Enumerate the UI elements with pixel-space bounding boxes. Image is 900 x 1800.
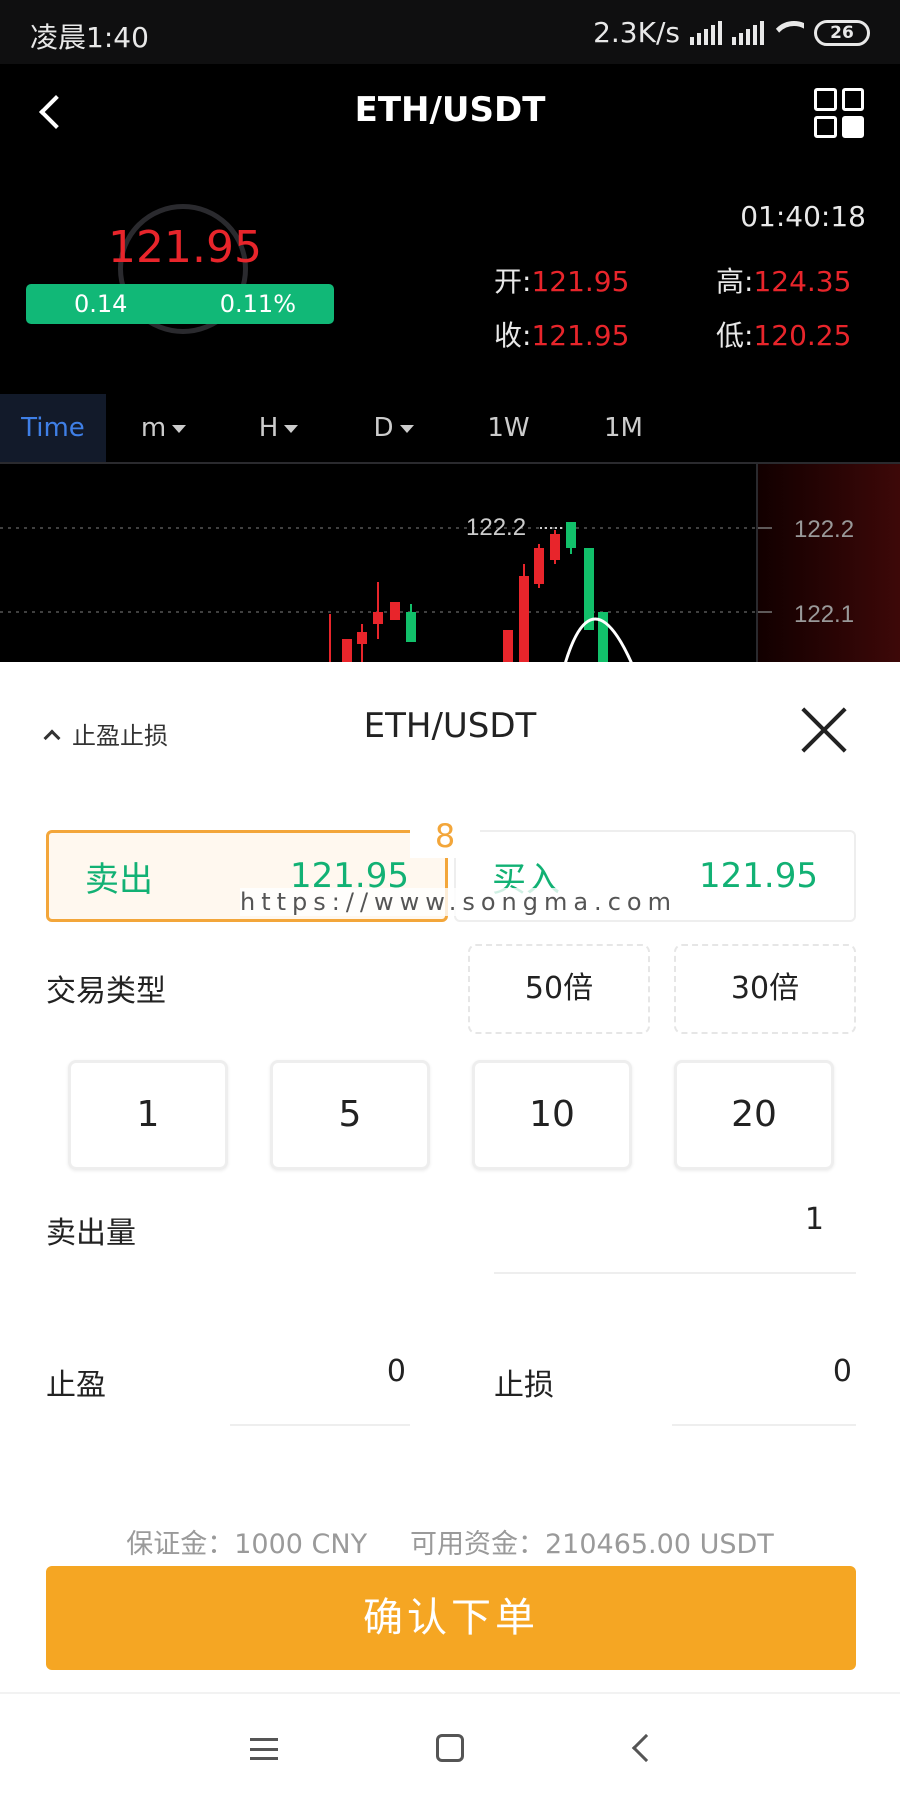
signal-icon-2 [732, 20, 764, 45]
home-icon[interactable] [436, 1734, 464, 1762]
system-nav-bar [0, 1692, 900, 1800]
chevron-down-icon [172, 424, 187, 433]
candlestick-chart[interactable]: 122.2 122.2 122.1 [0, 464, 900, 664]
axis-label: 122.2 [794, 516, 854, 543]
qty-5-button[interactable]: 5 [270, 1060, 430, 1170]
close-stat: 收:121.95 [494, 319, 630, 352]
nav-bar: ETH/USDT [0, 64, 900, 164]
qty-20-button[interactable]: 20 [674, 1060, 834, 1170]
buy-price: 121.95 [699, 856, 818, 896]
high-stat: 高:124.35 [716, 265, 852, 298]
chevron-down-icon [399, 424, 414, 433]
grid-menu-icon[interactable] [814, 88, 864, 138]
page-title: ETH/USDT [354, 90, 546, 130]
market-clock: 01:40:18 [740, 200, 866, 233]
market-panel: ETH/USDT 121.95 0.14 0.11% 01:40:18 开:12… [0, 64, 900, 664]
leverage-30-button[interactable]: 30倍 [674, 944, 856, 1034]
peak-label: 122.2 [466, 514, 526, 541]
trade-type-label: 交易类型 [46, 974, 166, 1009]
status-bar: 凌晨1:40 2.3K/s 26 [0, 0, 900, 64]
period-tabs: Time m H D 1W 1M [0, 394, 900, 464]
order-sheet: 止盈止损 ETH/USDT 卖出 121.95 买入 121.95 8 http… [0, 662, 900, 1692]
margin-info: 保证金：1000 CNY [126, 1529, 368, 1560]
qty-1-button[interactable]: 1 [68, 1060, 228, 1170]
tab-month[interactable]: 1M [566, 394, 681, 462]
stop-loss-input[interactable]: 0 [672, 1354, 856, 1426]
network-speed: 2.3K/s [593, 16, 680, 49]
current-price: 121.95 [108, 222, 262, 273]
candle [329, 522, 608, 664]
axis-label: 122.1 [794, 601, 854, 628]
take-profit-input[interactable]: 0 [230, 1354, 410, 1426]
low-stat: 低:120.25 [716, 319, 852, 352]
wifi-icon [774, 21, 804, 45]
change-percent: 0.11% [219, 290, 296, 318]
sheet-header: 止盈止损 ETH/USDT [0, 662, 900, 792]
back-icon[interactable] [631, 1733, 661, 1763]
tab-day[interactable]: D [336, 394, 451, 462]
count-badge: 8 [410, 814, 480, 858]
open-stat: 开:121.95 [494, 265, 630, 298]
tab-week[interactable]: 1W [451, 394, 566, 462]
sell-label: 卖出 [85, 859, 153, 900]
leverage-50-button[interactable]: 50倍 [468, 944, 650, 1034]
sell-qty-label: 卖出量 [46, 1216, 136, 1251]
change-value: 0.14 [74, 290, 128, 318]
available-funds: 可用资金：210465.00 USDT [409, 1529, 774, 1560]
funds-info: 保证金：1000 CNY 可用资金：210465.00 USDT [0, 1522, 900, 1561]
watermark: https://www.songma.com [240, 888, 677, 916]
sheet-title: ETH/USDT [363, 706, 537, 746]
signal-icon [690, 20, 722, 45]
battery-icon: 26 [814, 19, 870, 46]
close-icon[interactable] [802, 708, 846, 752]
status-time: 凌晨1:40 [30, 21, 149, 54]
tab-minute[interactable]: m [106, 394, 221, 462]
tp-label: 止盈 [46, 1368, 106, 1403]
qty-10-button[interactable]: 10 [472, 1060, 632, 1170]
menu-icon[interactable] [250, 1738, 278, 1760]
sl-label: 止损 [494, 1368, 554, 1403]
change-badge: 0.14 0.11% [26, 284, 334, 324]
tab-time[interactable]: Time [0, 394, 106, 462]
confirm-order-button[interactable]: 确认下单 [46, 1566, 856, 1670]
chevron-down-icon [284, 424, 299, 433]
tab-hour[interactable]: H [221, 394, 336, 462]
sell-qty-input[interactable]: 1 [494, 1202, 856, 1274]
